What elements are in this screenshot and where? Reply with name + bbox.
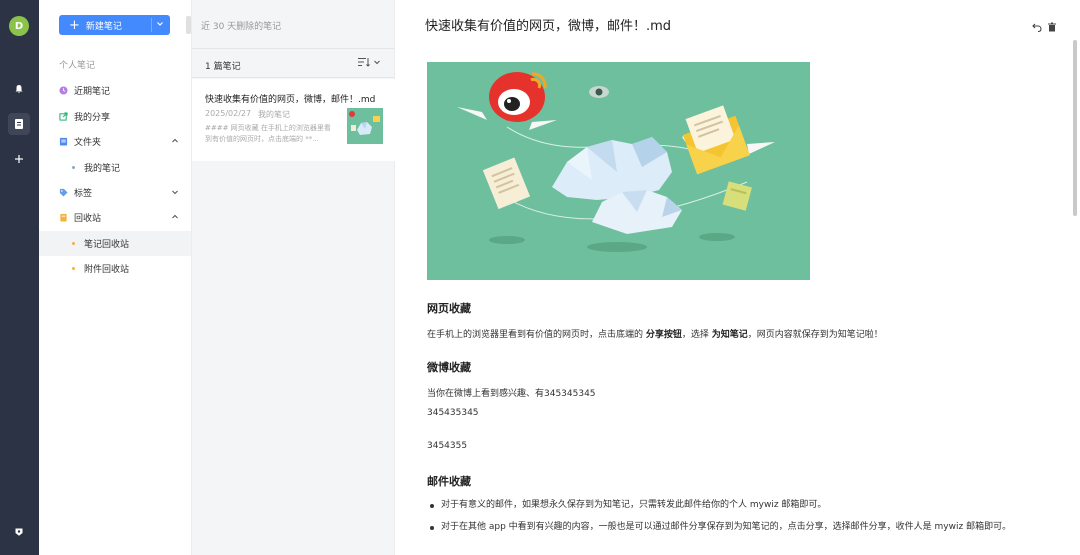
sidebar-item-share[interactable]: 我的分享 (39, 104, 191, 129)
sidebar-item-label: 笔记回收站 (84, 240, 130, 250)
bell-icon[interactable] (8, 78, 30, 100)
sidebar-item-label: 我的分享 (74, 113, 111, 123)
note-snippet: #### 网页收藏 在手机上的浏览器里看到有价值的网页时，点击底端的 **... (205, 124, 331, 143)
clock-icon (59, 86, 68, 95)
heading-web: 网页收藏 (427, 302, 471, 315)
sidebar-item-note-trash[interactable]: 笔记回收站 (39, 231, 191, 256)
delete-icon[interactable] (1047, 17, 1057, 36)
sidebar: + 新建笔记 个人笔记 近期笔记 我的分享 文件夹 我的笔记 标签 回收站 笔记… (39, 0, 191, 555)
hero-illustration (427, 62, 810, 280)
heading-weibo: 微博收藏 (427, 361, 471, 374)
sidebar-item-attachment-trash[interactable]: 附件回收站 (39, 256, 191, 281)
dot-icon (72, 267, 75, 270)
section-title: 个人笔记 (59, 61, 96, 71)
chevron-down-icon[interactable] (171, 188, 179, 196)
list-item: 对于有意义的邮件，如果想永久保存到为知笔记，只需转发此邮件给你的个人 mywiz… (427, 496, 1077, 515)
dot-icon (72, 166, 75, 169)
tag-icon (59, 188, 68, 197)
list-toolbar: 1 篇笔记 (192, 48, 395, 78)
list-item[interactable]: 快速收集有价值的网页，微博，邮件！.md 2025/02/27 我的笔记 ###… (192, 79, 395, 161)
app-rail: D (0, 0, 39, 555)
bold-text: 分享按钮 (645, 330, 682, 340)
list-item: 对于在其他 app 中看到有兴趣的内容，一般也是可以通过邮件分享保存到为知笔记的… (427, 518, 1067, 537)
trash-icon (60, 213, 67, 222)
sidebar-item-my-notes[interactable]: 我的笔记 (39, 155, 191, 180)
text: ，选择 (681, 330, 712, 340)
bullet-icon (430, 504, 434, 508)
sort-icon (358, 58, 370, 67)
sidebar-item-trash[interactable]: 回收站 (39, 205, 191, 230)
note-date: 2025/02/27 (205, 109, 252, 118)
new-note-label: 新建笔记 (85, 21, 122, 32)
text: 在手机上的浏览器里看到有价值的网页时，点击底端的 (427, 330, 646, 340)
list-title: 近 30 天删除的笔记 (201, 22, 282, 32)
bullet-icon (430, 526, 434, 530)
paragraph-number: 3454355 (427, 441, 468, 451)
sidebar-item-label: 回收站 (74, 214, 102, 224)
sidebar-item-tags[interactable]: 标签 (39, 180, 191, 205)
sidebar-item-label: 文件夹 (74, 138, 102, 148)
sidebar-item-label: 我的笔记 (84, 164, 121, 174)
note-folder: 我的笔记 (258, 110, 290, 119)
sort-button[interactable] (358, 57, 381, 67)
note-count: 1 篇笔记 (205, 62, 241, 72)
sidebar-item-folders[interactable]: 文件夹 (39, 129, 191, 154)
heading-mail: 邮件收藏 (427, 475, 471, 488)
sidebar-item-label: 近期笔记 (74, 87, 111, 97)
avatar[interactable]: D (9, 16, 29, 36)
share-icon (59, 112, 68, 121)
note-editor: 快速收集有价值的网页，微博，邮件！.md 网页收藏 在手机上的浏览器里看到有价值… (396, 0, 1080, 555)
list-item-text: 对于在其他 app 中看到有兴趣的内容，一般也是可以通过邮件分享保存到为知笔记的… (441, 522, 1012, 532)
scrollbar[interactable] (1073, 40, 1077, 216)
button-divider (151, 18, 152, 32)
chevron-down-icon (374, 60, 380, 65)
chevron-up-icon[interactable] (171, 137, 179, 145)
shield-icon[interactable] (8, 521, 30, 543)
bold-text: 为知笔记 (711, 330, 748, 340)
text: ，网页内容就保存到为知笔记啦！ (747, 330, 883, 340)
folder-icon (59, 137, 68, 146)
plus-icon: + (69, 17, 80, 33)
note-title: 快速收集有价值的网页，微博，邮件！.md (205, 95, 376, 105)
paragraph-web: 在手机上的浏览器里看到有价值的网页时，点击底端的 分享按钮，选择 为知笔记，网页… (427, 327, 883, 340)
undo-icon[interactable] (1032, 17, 1042, 36)
dot-icon (72, 242, 75, 245)
sidebar-item-label: 附件回收站 (84, 265, 130, 275)
page-title: 快速收集有价值的网页，微博，邮件！.md (425, 19, 672, 34)
chevron-up-icon[interactable] (171, 213, 179, 221)
paragraph-number: 345435345 (427, 408, 479, 418)
chevron-down-icon[interactable] (156, 20, 164, 31)
note-list-panel: 近 30 天删除的笔记 1 篇笔记 快速收集有价值的网页，微博，邮件！.md 2… (191, 0, 395, 555)
sidebar-item-recent[interactable]: 近期笔记 (39, 78, 191, 103)
list-item-text: 对于有意义的邮件，如果想永久保存到为知笔记，只需转发此邮件给你的个人 mywiz… (441, 500, 827, 510)
new-note-button[interactable]: + 新建笔记 (59, 15, 170, 35)
paragraph-weibo: 当你在微博上看到感兴趣、有345345345 (427, 389, 596, 399)
sidebar-item-label: 标签 (74, 189, 93, 199)
add-icon[interactable] (8, 148, 30, 170)
notes-icon[interactable] (8, 113, 30, 135)
note-thumbnail (347, 108, 383, 144)
